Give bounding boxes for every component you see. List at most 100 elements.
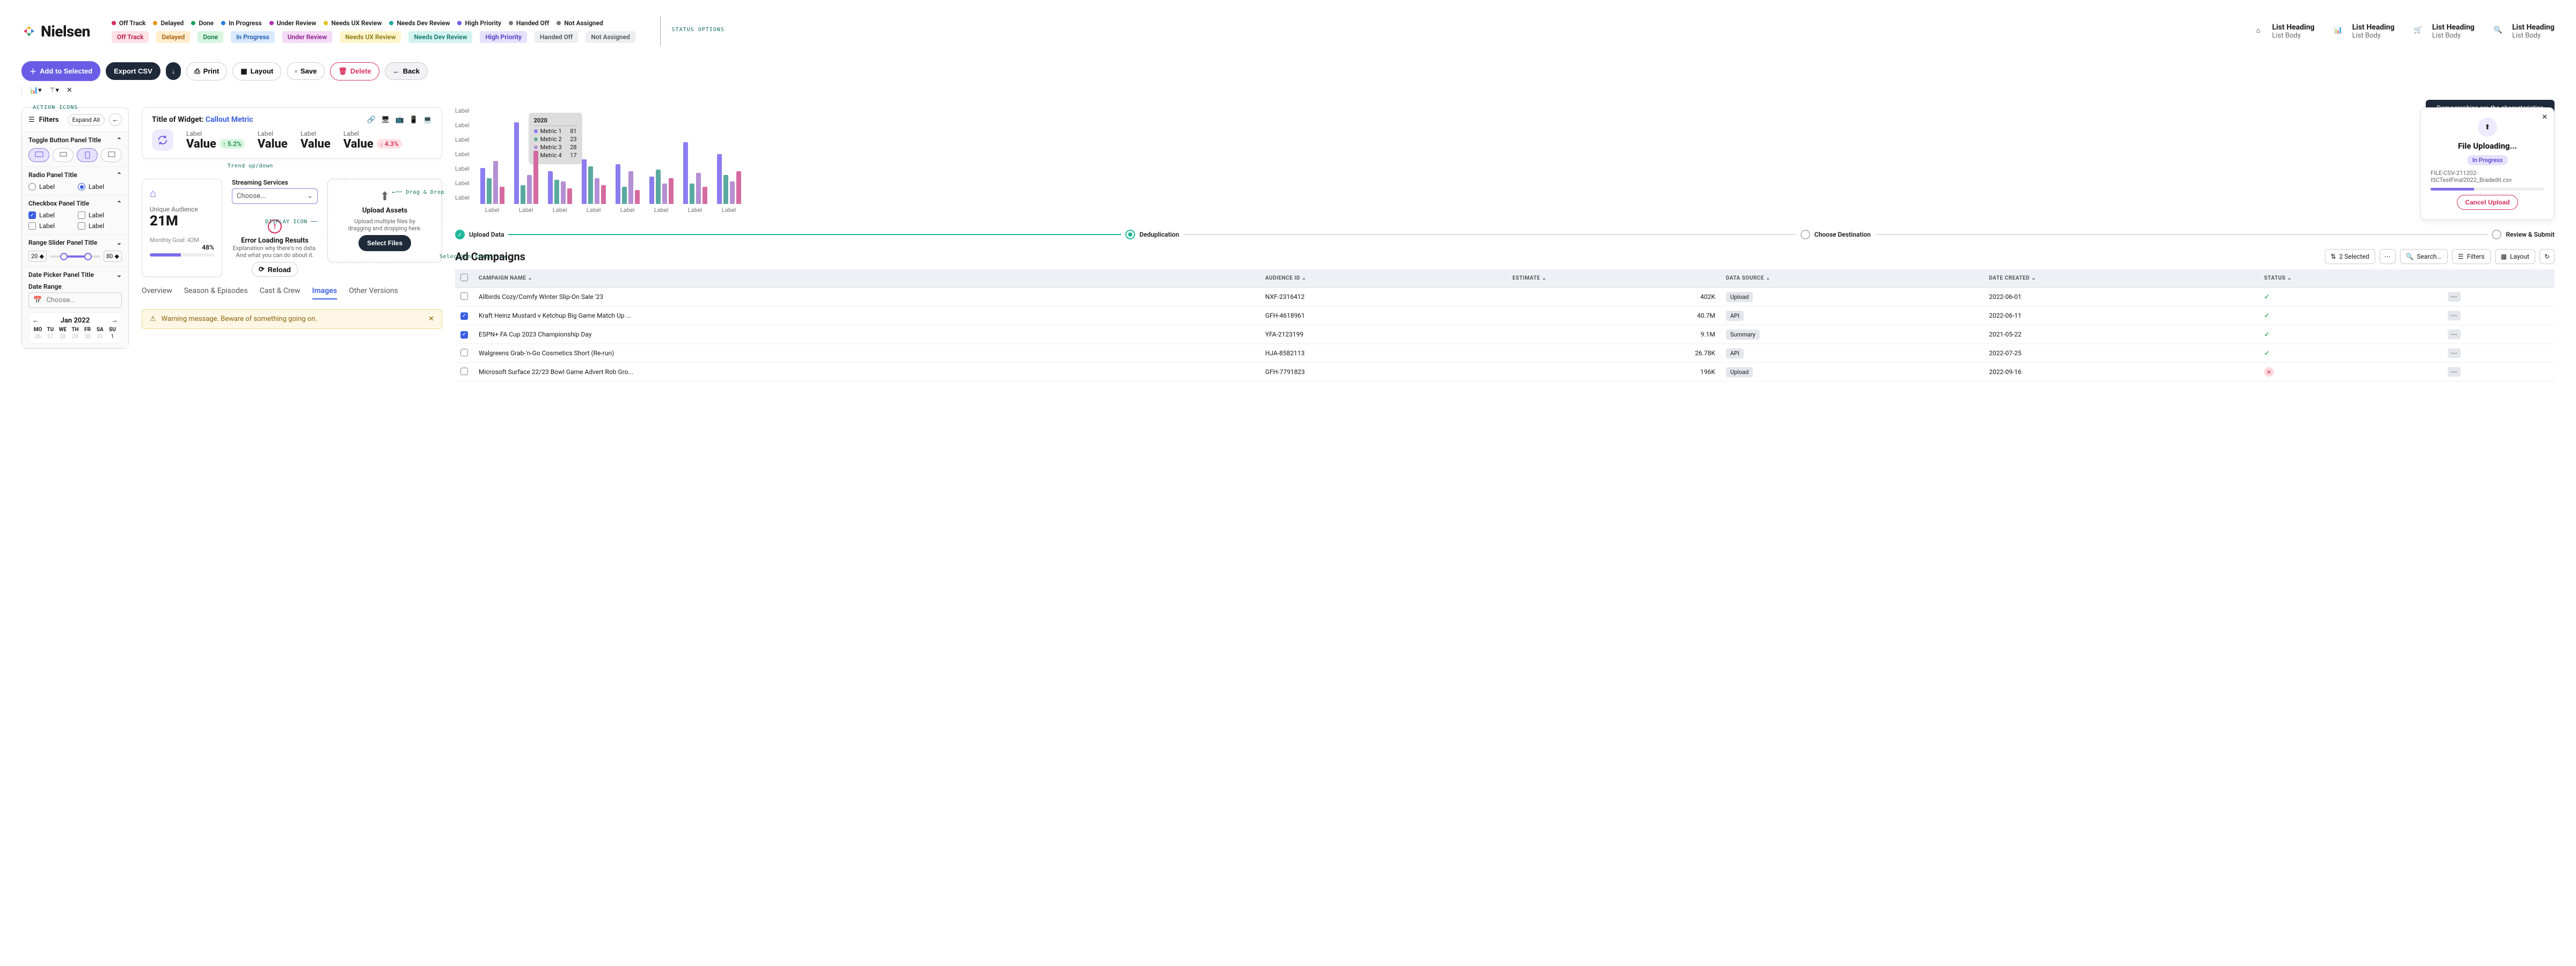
bar-group[interactable]: [548, 171, 572, 204]
list-heading-item[interactable]: 🛒List HeadingList Body: [2411, 23, 2475, 40]
bar-group[interactable]: [616, 164, 640, 204]
selected-count-button[interactable]: ⇅2 Selected: [2325, 249, 2375, 264]
device-mobile-icon[interactable]: 📱: [409, 116, 418, 124]
refresh-icon[interactable]: [152, 129, 173, 151]
checkbox-1[interactable]: ✓Label: [28, 211, 72, 219]
list-heading-item[interactable]: 🔍List HeadingList Body: [2491, 23, 2555, 40]
hierarchy-icon[interactable]: ⚚▾: [49, 86, 59, 94]
table-row[interactable]: Walgreens Grab-'n-Go Cosmetics Short (Re…: [455, 344, 2555, 363]
stepper-step[interactable]: Choose Destination: [1801, 230, 1871, 239]
radio-option-1[interactable]: Label: [28, 183, 72, 191]
chevron-down-icon[interactable]: ⌄: [116, 271, 122, 279]
back-button[interactable]: ←Back: [385, 62, 428, 80]
checkbox-4[interactable]: Label: [78, 222, 122, 230]
select-all-checkbox[interactable]: [460, 274, 468, 281]
bar-group[interactable]: [683, 142, 707, 204]
cal-next[interactable]: →: [111, 316, 118, 325]
table-header[interactable]: DATA SOURCE ⌄: [1721, 269, 1984, 288]
chevron-up-icon[interactable]: ⌃: [116, 200, 122, 207]
bar-group[interactable]: [582, 159, 606, 204]
toggle-desktop[interactable]: [28, 148, 49, 162]
checkbox-2[interactable]: Label: [78, 211, 122, 219]
link-icon[interactable]: 🔗: [367, 116, 376, 124]
chevron-up-icon[interactable]: ⌃: [116, 171, 122, 179]
date-input[interactable]: 📅Choose...: [28, 292, 122, 308]
cal-prev[interactable]: ←: [32, 316, 39, 325]
range-slider[interactable]: [50, 255, 100, 258]
layout-button[interactable]: ▦Layout: [2495, 249, 2535, 264]
table-row[interactable]: Allbirds Cozy/Comfy Winter Slip-On Sale …: [455, 288, 2555, 306]
bar-group[interactable]: [717, 154, 741, 204]
range-max-input[interactable]: 80◆: [104, 251, 122, 262]
tab-season-episodes[interactable]: Season & Episodes: [184, 287, 248, 299]
home-icon: ⌂: [150, 187, 214, 200]
row-more-button[interactable]: ⋯: [2448, 367, 2461, 377]
select-files-button[interactable]: Select Files: [358, 235, 411, 251]
toggle-tablet[interactable]: [101, 148, 122, 162]
streaming-select[interactable]: Choose...⌄: [232, 188, 318, 204]
table-header[interactable]: AUDIENCE ID ⌄: [1260, 269, 1507, 288]
device-laptop-icon[interactable]: 💻: [423, 116, 432, 124]
tab-cast-crew[interactable]: Cast & Crew: [260, 287, 301, 299]
filters-button[interactable]: ☰Filters: [2452, 249, 2491, 264]
export-csv-button[interactable]: Export CSV: [106, 62, 160, 80]
row-more-button[interactable]: ⋯: [2448, 292, 2461, 302]
list-heading-item[interactable]: ⌂List HeadingList Body: [2251, 23, 2315, 40]
bar-group[interactable]: [514, 122, 538, 204]
row-more-button[interactable]: ⋯: [2448, 330, 2461, 339]
radio-option-2[interactable]: Label: [78, 183, 122, 191]
upload-close-button[interactable]: ✕: [2542, 113, 2548, 121]
toggle-laptop[interactable]: [53, 148, 74, 162]
chart-icon[interactable]: 📊▾: [30, 86, 42, 94]
filters-back-button[interactable]: ←: [109, 113, 122, 126]
row-checkbox[interactable]: ✓: [460, 331, 468, 339]
row-checkbox[interactable]: [460, 368, 468, 375]
close-icon[interactable]: ✕: [67, 86, 72, 94]
delete-button[interactable]: 🗑Delete: [330, 62, 379, 80]
tab-images[interactable]: Images: [312, 287, 337, 299]
export-dropdown-button[interactable]: ↓: [166, 62, 181, 80]
stepper-step[interactable]: ✓Upload Data: [455, 230, 504, 239]
tab-other-versions[interactable]: Other Versions: [349, 287, 398, 299]
save-button[interactable]: ▫Save: [287, 62, 325, 80]
table-row[interactable]: ✓ Kraft Heinz Mustard v Ketchup Big Game…: [455, 306, 2555, 325]
cancel-upload-button[interactable]: Cancel Upload: [2457, 195, 2518, 210]
expand-all-button[interactable]: Expand All: [68, 114, 105, 126]
row-more-button[interactable]: ⋯: [2448, 348, 2461, 358]
alert-close-button[interactable]: ✕: [428, 315, 434, 323]
list-heading-item[interactable]: 📊List HeadingList Body: [2331, 23, 2395, 40]
stepper-step[interactable]: Review & Submit: [2492, 230, 2555, 239]
search-input[interactable]: 🔍Search...: [2400, 249, 2448, 264]
stepper-step[interactable]: Deduplication: [1125, 230, 1179, 239]
row-checkbox[interactable]: [460, 292, 468, 300]
bar-group[interactable]: [649, 170, 674, 204]
layout-button[interactable]: ▦Layout: [232, 62, 281, 80]
refresh-button[interactable]: ↻: [2540, 249, 2555, 264]
device-desktop-icon[interactable]: 🖥: [381, 116, 390, 124]
checkbox-3[interactable]: Label: [28, 222, 72, 230]
error-title: Error Loading Results: [232, 237, 318, 245]
bar-group[interactable]: [480, 161, 504, 204]
tab-overview[interactable]: Overview: [142, 287, 172, 299]
toggle-mobile[interactable]: [77, 148, 98, 162]
table-header[interactable]: ESTIMATE ⌄: [1507, 269, 1721, 288]
row-more-button[interactable]: ⋯: [2448, 311, 2461, 320]
device-tv-icon[interactable]: 📺: [395, 116, 404, 124]
chevron-up-icon[interactable]: ⌃: [116, 136, 122, 144]
row-checkbox[interactable]: ✓: [460, 312, 468, 320]
print-button[interactable]: ⎙Print: [186, 62, 227, 80]
cell-audience-id: YFA-2123199: [1260, 325, 1507, 344]
range-min-input[interactable]: 20◆: [28, 251, 47, 262]
row-checkbox[interactable]: [460, 349, 468, 356]
chevron-down-icon[interactable]: ⌄: [116, 239, 122, 246]
table-header[interactable]: CAMPAIGN NAME ⌄: [473, 269, 1260, 288]
audience-progress: [150, 253, 214, 257]
table-header[interactable]: STATUS ⌄: [2259, 269, 2442, 288]
add-to-selected-button[interactable]: ＋Add to Selected: [21, 61, 100, 81]
table-header[interactable]: DATE CREATED ⌄: [1984, 269, 2259, 288]
table-row[interactable]: Microsoft Surface 22/23 Bowl Game Advert…: [455, 363, 2555, 382]
more-actions-button[interactable]: ⋯: [2380, 249, 2396, 264]
table-row[interactable]: ✓ ESPN+ FA Cup 2023 Championship Day YFA…: [455, 325, 2555, 344]
calendar[interactable]: ←Jan 2022→ MOTUWETHFRSASU2627282930311: [28, 312, 122, 343]
reload-button[interactable]: ⟳Reload: [252, 262, 298, 277]
